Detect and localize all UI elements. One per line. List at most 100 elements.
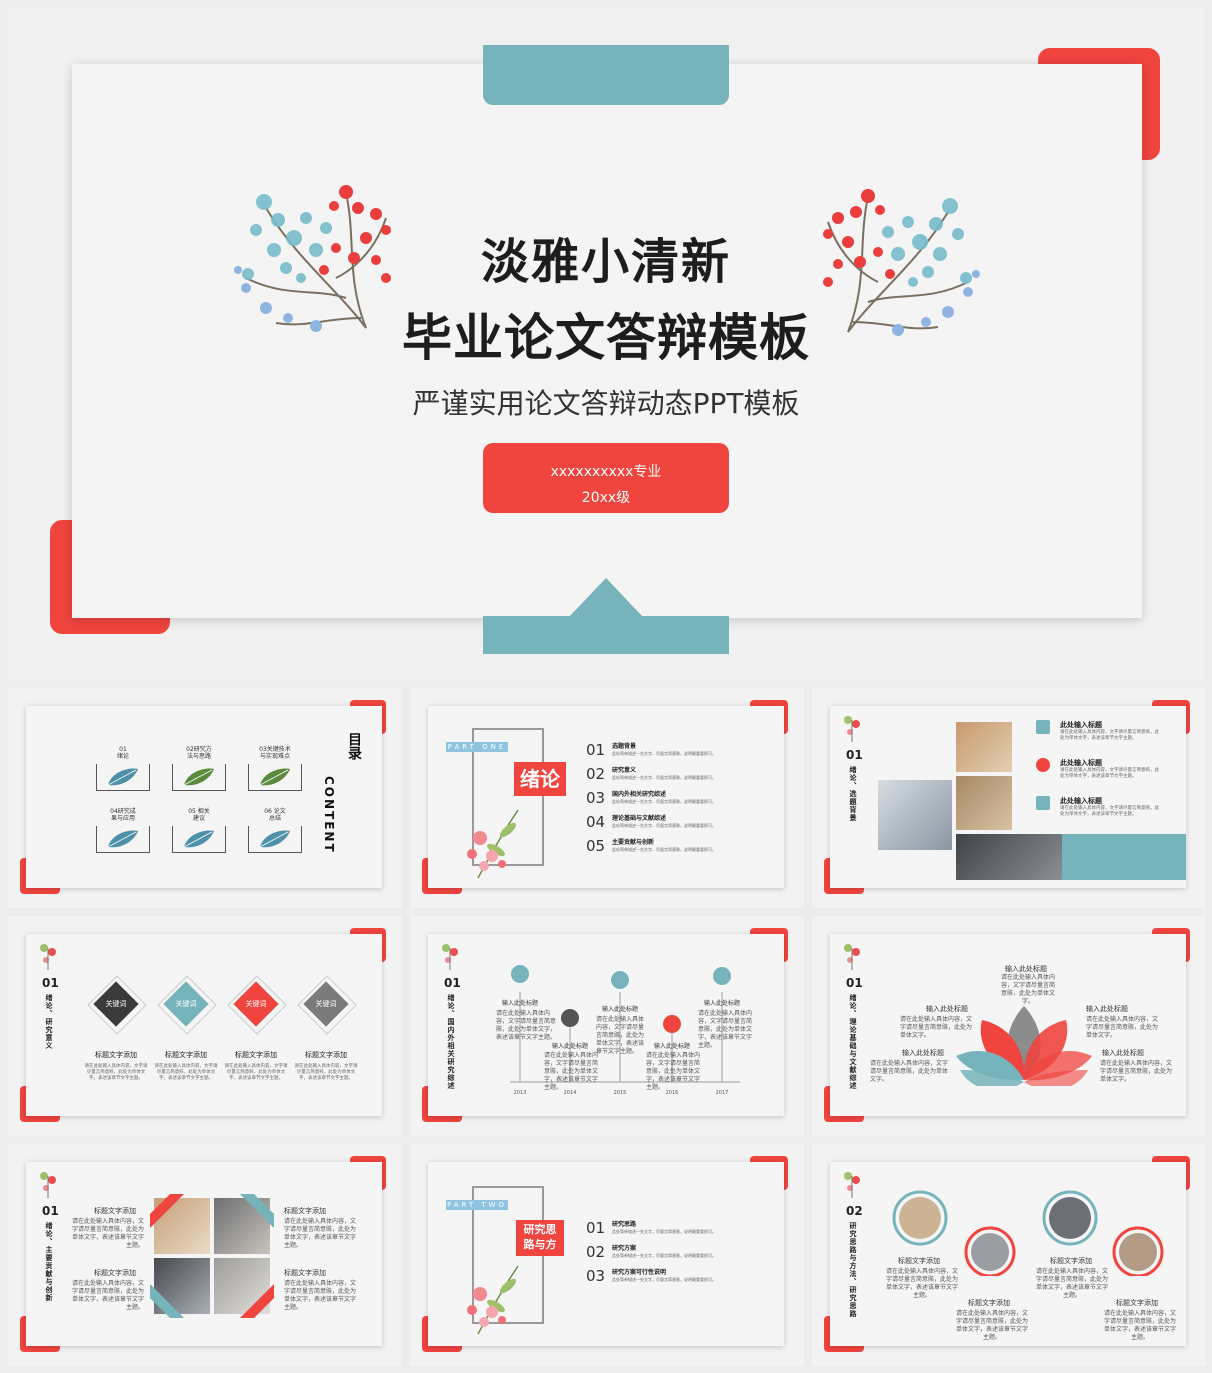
contrib-desc-4: 请在此处输入具体内容，文字请尽量言简意赅，此处为单体文字，表述该章节文字主题。: [284, 1280, 357, 1311]
toc-item-frame: [172, 826, 226, 853]
toc-item[interactable]: 02研究方 法与思路: [170, 746, 228, 798]
lotus-top-desc: 请在此处输入具体内容，文字请尽量言简意赅，此处为单体文字。: [1000, 974, 1055, 1005]
photo-keyboard: [878, 780, 952, 850]
method-title-2: 标题文字添加: [968, 1299, 1010, 1307]
part-two-list: 01 研究思路 此处简单描述一些文字，尽量言简意赅，说明最重要即可。 02 研究方案 此处…: [586, 1220, 776, 1292]
lotus-right2-title: 输入此处标题: [1102, 1049, 1144, 1057]
leaf-icon: [259, 768, 290, 786]
small-floral-icon: [467, 809, 519, 879]
list-item-title: 理论基础与文献综述: [612, 815, 667, 822]
list-item: 03 研究方案可行性说明 此处简单描述一些文字，尽量言简意赅，说明最重要即可。: [586, 1268, 776, 1292]
list-item-desc: 此处简单描述一些文字，尽量言简意赅，说明最重要即可。: [612, 775, 716, 780]
keyword-label: 关键词: [105, 1000, 127, 1008]
contrib-desc-1: 请在此处输入具体内容，文字请尽量言简意赅，此处为单体文字，表述该章节文字主题。: [71, 1218, 144, 1249]
toc-item-label: 01 绪论: [116, 746, 129, 760]
keyword-diamond: 关键词: [294, 975, 358, 1044]
section-number: 01: [846, 748, 863, 762]
contrib-desc-2: 请在此处输入具体内容，文字请尽量言简意赅，此处为单体文字，表述该章节文字主题。: [71, 1280, 144, 1311]
feature-desc: 请在此处输入具体内容，文字请尽量言简意赅，此处为单体文字，表述该章节文字主题。: [1060, 768, 1159, 779]
method-title-4: 标题文字添加: [1116, 1299, 1158, 1307]
mini-floral-icon: [840, 940, 864, 970]
list-item: 01 选题背景 此处简单描述一些文字，尽量言简意赅，说明最重要即可。: [586, 742, 776, 766]
photo-workspace: [956, 834, 1062, 880]
photo-desk: [956, 722, 1012, 772]
keyword-diamond: 关键词: [154, 975, 218, 1044]
list-item-number: 03: [586, 789, 606, 807]
contrib-title-2: 标题文字添加: [94, 1269, 136, 1277]
list-item-desc: 此处简单描述一些文字，尽量言简意赅，说明最重要即可。: [612, 1253, 716, 1258]
part-two-tag: PART TWO: [446, 1200, 508, 1210]
toc-item[interactable]: 05 相关 建议: [170, 808, 228, 860]
tl-top-label-1: 输入此处标题: [502, 999, 538, 1007]
feature-desc: 请在此处输入具体内容，文字请尽量言简意赅，此处为单体文字，表述该章节文字主题。: [1060, 806, 1159, 817]
tl-bottom-label-2: 输入此处标题: [654, 1042, 690, 1050]
list-item: 04 理论基础与文献综述 此处简单描述一些文字，尽量言简意赅，说明最重要即可。: [586, 814, 776, 838]
lotus-left1-title: 输入此处标题: [926, 1005, 968, 1013]
small-floral-icon: [467, 1265, 519, 1335]
part-two-label-line2: 路与方: [523, 1238, 557, 1251]
list-item-number: 04: [586, 813, 606, 831]
leaf-icon: [183, 830, 214, 848]
keyword-column: 关键词 标题文字添加 请在此处输入具体内容，文字请尽量言简意赅，此处为单体文字，表述…: [84, 975, 148, 1082]
list-item-number: 02: [586, 1243, 606, 1261]
part-two-label: 研究思 路与方: [516, 1220, 564, 1256]
method-desc-3: 请在此处输入具体内容，文字请尽量言简意赅，此处为单体文字，表述该章节文字主题。: [1035, 1268, 1108, 1299]
feature-item: 此处输入标题 请在此处输入具体内容，文字请尽量言简意赅，此处为单体文字，表述该章节…: [1036, 796, 1176, 834]
list-item-title: 主要贡献与创新: [612, 839, 655, 846]
feature-icon: [1036, 758, 1050, 772]
contrib-title-1: 标题文字添加: [94, 1207, 136, 1215]
keyword-title: 标题文字添加: [165, 1051, 207, 1059]
method-title-1: 标题文字添加: [898, 1257, 940, 1265]
keyword-column: 关键词 标题文字添加 请在此处输入具体内容，文字请尽量言简意赅，此处为单体文字，表述…: [224, 975, 288, 1082]
section-number: 01: [42, 976, 59, 990]
major-text: xxxxxxxxxx专业: [550, 464, 662, 480]
method-title-3: 标题文字添加: [1050, 1257, 1092, 1265]
toc-item[interactable]: 04研究成 果与应用: [94, 808, 152, 860]
mini-floral-icon: [438, 940, 462, 970]
leaf-icon: [107, 768, 138, 786]
contrib-title-3: 标题文字添加: [284, 1207, 326, 1215]
method-desc-2: 请在此处输入具体内容，文字请尽量言简意赅，此处为单体文字，表述该章节文字主题。: [955, 1310, 1028, 1341]
toc-item[interactable]: 01 绪论: [94, 746, 152, 798]
toc-item-label: 06 论文 总结: [264, 808, 286, 822]
list-item-desc: 此处简单描述一些文字，尽量言简意赅，说明最重要即可。: [612, 751, 716, 756]
section-vertical-title: 绪论、选题背景: [849, 766, 857, 822]
teal-triangle: [568, 578, 644, 618]
keyword-label: 关键词: [245, 1000, 267, 1008]
method-desc-4: 请在此处输入具体内容，文字请尽量言简意赅，此处为单体文字，表述该章节文字主题。: [1103, 1310, 1176, 1341]
part-one-label: 绪论: [514, 762, 566, 796]
list-item: 03 国内外相关研究综述 此处简单描述一些文字，尽量言简意赅，说明最重要即可。: [586, 790, 776, 814]
list-item-number: 01: [586, 1219, 606, 1237]
list-item-desc: 此处简单描述一些文字，尽量言简意赅，说明最重要即可。: [612, 1277, 716, 1282]
leaf-icon: [183, 768, 214, 786]
list-item-desc: 此处简单描述一些文字，尽量言简意赅，说明最重要即可。: [612, 847, 716, 852]
photo-notebook: [956, 776, 1012, 830]
hero-subtitle: 严谨实用论文答辩动态PPT模板: [412, 387, 800, 420]
list-item-number: 05: [586, 837, 606, 855]
toc-item-label: 04研究成 果与应用: [110, 808, 136, 822]
toc-item[interactable]: 06 论文 总结: [246, 808, 304, 860]
toc-item-frame: [96, 764, 150, 791]
major-pill: xxxxxxxxxx专业 20xx级: [483, 443, 729, 513]
tl-desc-5: 请在此处输入具体内容，文字请尽量言简意赅，此处为单体文字，表述该章节文字主题。: [646, 1052, 701, 1091]
lotus-top-title: 输入此处标题: [1005, 965, 1047, 973]
list-item: 05 主要贡献与创新 此处简单描述一些文字，尽量言简意赅，说明最重要即可。: [586, 838, 776, 862]
keyword-desc: 请在此处输入具体内容，文字请尽量言简意赅，此处为单体文字，表述该章节文字主题。: [294, 1064, 358, 1081]
section-number: 01: [42, 1204, 59, 1218]
contrib-title-4: 标题文字添加: [284, 1269, 326, 1277]
method-desc-1: 请在此处输入具体内容，文字请尽量言简意赅，此处为单体文字，表述该章节文字主题。: [885, 1268, 958, 1299]
section-vertical-title: 绪论、国内外相关研究综述: [447, 994, 455, 1090]
feature-item: 此处输入标题 请在此处输入具体内容，文字请尽量言简意赅，此处为单体文字，表述该章节…: [1036, 758, 1176, 796]
list-item-number: 01: [586, 741, 606, 759]
feature-item: 此处输入标题 请在此处输入具体内容，文字请尽量言简意赅，此处为单体文字，表述该章节…: [1036, 720, 1176, 758]
section-vertical-title: 绪论、主要贡献与创新: [45, 1222, 53, 1302]
list-item-desc: 此处简单描述一些文字，尽量言简意赅，说明最重要即可。: [612, 799, 716, 804]
lotus-right1-title: 输入此处标题: [1086, 1005, 1128, 1013]
toc-item-frame: [248, 826, 302, 853]
part-one-tag: PART ONE: [446, 742, 508, 752]
toc-item[interactable]: 03关键技术 与实现难点: [246, 746, 304, 798]
list-item-title: 研究方案可行性说明: [612, 1269, 667, 1276]
keyword-row: 关键词标题文字添加请在此处输入具体内容，文字请尽量言简意赅，此处为单体文字，表述…: [84, 975, 374, 1098]
keyword-diamond: 关键词: [224, 975, 288, 1044]
tl-top-label-2: 输入此处标题: [602, 1005, 638, 1013]
